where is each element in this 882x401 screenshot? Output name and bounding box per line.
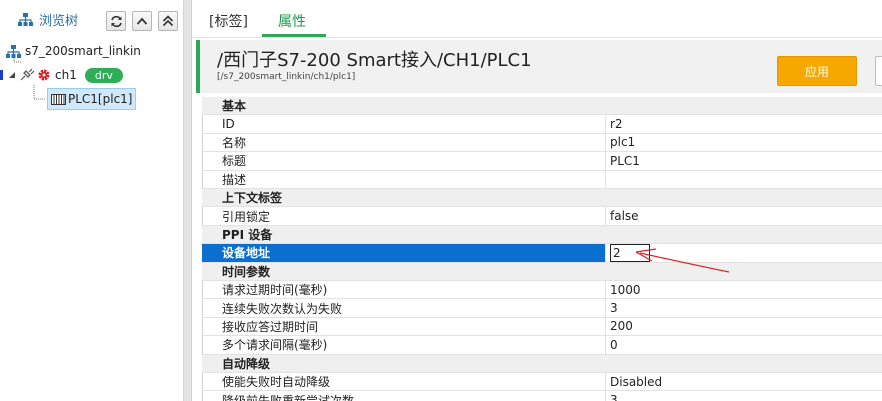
tree-node-root[interactable]: s7_200smart_linkin: [6, 40, 141, 62]
double-chevron-up-icon: [162, 15, 174, 27]
app-window: 浏览树 s7_200smart_linkin ch1 drv PLC1[plc1…: [0, 0, 882, 401]
tree-node-label: s7_200smart_linkin: [25, 44, 141, 58]
property-category-row[interactable]: PPI 设备: [202, 225, 882, 245]
property-value[interactable]: false: [606, 209, 639, 223]
tree-title-label: 浏览树: [39, 14, 79, 29]
property-row[interactable]: 名称 plc1: [202, 133, 882, 153]
property-row[interactable]: 接收应答过期时间 200: [202, 317, 882, 337]
active-tab-indicator: [262, 34, 326, 37]
property-category-row[interactable]: 自动降级: [202, 354, 882, 373]
category-label: 基本: [222, 99, 247, 114]
chevron-up-icon: [136, 17, 148, 25]
property-row[interactable]: 标题 PLC1: [202, 152, 882, 171]
property-row[interactable]: 请求过期时间(毫秒) 1000: [202, 281, 882, 300]
tree-structure-icon: [6, 44, 21, 58]
property-value[interactable]: 3: [606, 393, 618, 401]
property-value[interactable]: Disabled: [606, 375, 662, 389]
property-row[interactable]: ID r2: [202, 115, 882, 134]
tab-tags[interactable]: [标签]: [209, 11, 248, 31]
property-name: 多个请求间隔(毫秒): [202, 336, 606, 354]
property-value[interactable]: 0: [606, 338, 618, 352]
property-row[interactable]: 引用锁定 false: [202, 207, 882, 226]
property-name: 描述: [202, 170, 606, 188]
tab-bar: [标签] 属性: [192, 0, 882, 38]
tree-structure-icon: [18, 13, 33, 26]
property-name: 接收应答过期时间: [202, 317, 606, 336]
property-name: 连续失败次数认为失败: [202, 299, 606, 317]
property-name: ID: [202, 115, 606, 133]
property-value[interactable]: 3: [606, 301, 618, 315]
tree-node-channel[interactable]: ch1 drv: [0, 64, 123, 86]
secondary-button[interactable]: [875, 56, 882, 86]
property-name: 引用锁定: [202, 207, 606, 225]
refresh-button[interactable]: [106, 11, 126, 31]
properties-panel: [标签] 属性 /西门子S7-200 Smart接入/CH1/PLC1 [/s7…: [192, 0, 882, 401]
property-value-editor[interactable]: 2: [610, 244, 650, 262]
property-value[interactable]: r2: [606, 117, 623, 131]
property-value[interactable]: 1000: [606, 283, 641, 297]
property-value[interactable]: plc1: [606, 135, 635, 149]
node-path-title: /西门子S7-200 Smart接入/CH1/PLC1: [217, 50, 532, 71]
expand-toggle-icon[interactable]: [8, 71, 16, 79]
browse-tree-panel: 浏览树 s7_200smart_linkin ch1 drv PLC1[plc1…: [0, 0, 183, 401]
collapse-all-button[interactable]: [158, 11, 178, 31]
property-category-row[interactable]: 时间参数: [202, 262, 882, 281]
panel-splitter[interactable]: [183, 0, 192, 401]
apply-button[interactable]: 应用: [777, 56, 857, 86]
property-row[interactable]: 降级前失败重新尝试次数 3: [202, 391, 882, 401]
category-label: PPI 设备: [222, 227, 273, 242]
property-name: 标题: [202, 152, 606, 170]
plug-icon: [20, 68, 35, 81]
refresh-icon: [110, 15, 122, 27]
property-value[interactable]: PLC1: [606, 154, 640, 168]
property-row[interactable]: 描述: [202, 170, 882, 189]
property-row[interactable]: 设备地址 2: [202, 244, 882, 263]
tree-header: 浏览树: [0, 0, 183, 38]
property-value[interactable]: 200: [606, 319, 633, 333]
category-label: 自动降级: [222, 356, 271, 371]
property-row[interactable]: 多个请求间隔(毫秒) 0: [202, 336, 882, 355]
plc-device-icon: [51, 93, 66, 105]
node-path: [/s7_200smart_linkin/ch1/plc1]: [217, 72, 356, 82]
property-category-row[interactable]: 基本: [202, 97, 882, 116]
property-name: 请求过期时间(毫秒): [202, 281, 606, 299]
selected-tree-node[interactable]: PLC1[plc1]: [47, 88, 137, 110]
tree-node-device[interactable]: PLC1[plc1]: [47, 88, 137, 110]
driver-badge: drv: [84, 67, 123, 83]
tree-node-label: ch1: [55, 68, 77, 82]
property-name: 名称: [202, 133, 606, 152]
tab-properties[interactable]: 属性: [278, 11, 306, 31]
property-name: 降级前失败重新尝试次数: [202, 391, 606, 401]
property-name: 使能失败时自动降级: [202, 373, 606, 391]
category-label: 上下文标签: [222, 191, 283, 206]
node-header: /西门子S7-200 Smart接入/CH1/PLC1 [/s7_200smar…: [196, 40, 882, 93]
gear-icon: [38, 69, 50, 81]
tree-node-label: PLC1[plc1]: [68, 92, 133, 106]
selection-marker: [0, 70, 3, 80]
property-name: 设备地址: [202, 244, 606, 262]
category-label: 时间参数: [222, 264, 271, 279]
tree-title[interactable]: 浏览树: [18, 10, 78, 29]
property-row[interactable]: 使能失败时自动降级 Disabled: [202, 373, 882, 392]
collapse-button[interactable]: [132, 11, 152, 31]
property-category-row[interactable]: 上下文标签: [202, 189, 882, 208]
property-row[interactable]: 连续失败次数认为失败 3: [202, 299, 882, 318]
